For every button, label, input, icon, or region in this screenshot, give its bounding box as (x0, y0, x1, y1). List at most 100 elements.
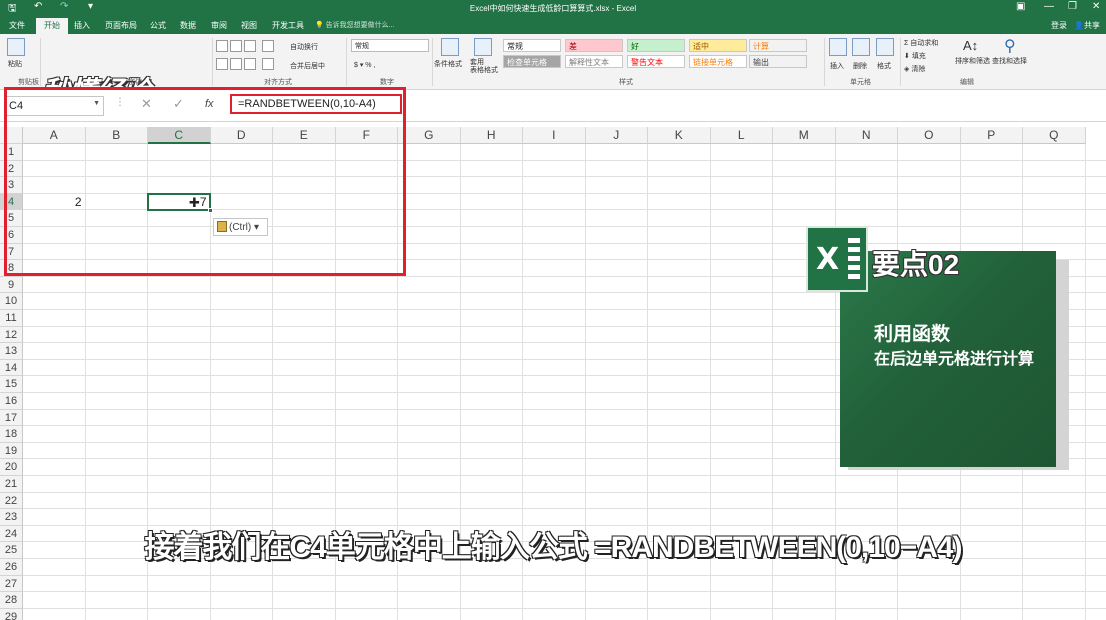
column-header-h[interactable]: H (460, 127, 523, 144)
column-header-j[interactable]: J (585, 127, 648, 144)
tip-title: 要点02 (872, 249, 960, 280)
row-header-22[interactable]: 22 (0, 492, 23, 510)
tab-review[interactable]: 审阅 (211, 20, 227, 31)
gridline-horizontal (23, 574, 1106, 576)
close-icon[interactable]: ✕ (1092, 1, 1100, 12)
delete-cells-label[interactable]: 删除 (853, 61, 867, 71)
tab-formulas[interactable]: 公式 (150, 20, 166, 31)
tab-insert[interactable]: 插入 (74, 20, 90, 31)
clipboard-group-label: 剪贴板 (18, 79, 39, 86)
row-header-17[interactable]: 17 (0, 409, 23, 427)
clear-button[interactable]: ◈ 清除 (904, 64, 925, 74)
column-header-l[interactable]: L (710, 127, 773, 144)
row-header-15[interactable]: 15 (0, 376, 23, 393)
row-header-11[interactable]: 11 (0, 310, 23, 327)
cell-style-1[interactable]: 差 (565, 39, 623, 52)
row-header-13[interactable]: 13 (0, 343, 23, 360)
cell-style-9[interactable]: 输出 (749, 55, 807, 68)
cell-style-5[interactable]: 检查单元格 (503, 55, 561, 68)
ribbon-display-icon[interactable]: ▣ (1016, 1, 1025, 12)
tab-data[interactable]: 数据 (180, 20, 196, 31)
group-divider (824, 38, 825, 86)
minimize-icon[interactable]: — (1044, 1, 1054, 12)
column-header-p[interactable]: P (960, 127, 1023, 144)
row-header-16[interactable]: 16 (0, 393, 23, 410)
sign-in-link[interactable]: 登录 (1051, 20, 1067, 31)
tell-me-box[interactable]: 💡 告诉我您想要做什么... (315, 20, 395, 30)
orientation-icon[interactable] (262, 40, 274, 52)
align-left-icon[interactable] (216, 58, 228, 70)
group-divider (900, 38, 901, 86)
autosum-button[interactable]: Σ 自动求和 (904, 38, 938, 48)
row-header-10[interactable]: 10 (0, 293, 23, 310)
gridline-horizontal (23, 475, 1106, 476)
gridline-horizontal (23, 491, 1106, 493)
row-header-20[interactable]: 20 (0, 459, 23, 476)
tab-page-layout[interactable]: 页面布局 (105, 20, 137, 31)
row-header-27[interactable]: 27 (0, 575, 23, 593)
row-header-12[interactable]: 12 (0, 326, 23, 344)
cell-style-2[interactable]: 好 (627, 39, 685, 52)
person-icon: 👤 (1074, 21, 1084, 30)
insert-cells-label[interactable]: 插入 (830, 61, 844, 71)
sort-filter-icon[interactable]: A↕ (963, 38, 978, 53)
ribbon-home: 粘贴 剪贴板 秒懂经验 字体 自动换行 合并后居中 对齐方式 常规 $ ▾ % … (0, 34, 1106, 108)
align-middle-icon[interactable] (230, 40, 242, 52)
tab-view[interactable]: 视图 (241, 20, 257, 31)
cell-style-0[interactable]: 常规 (503, 39, 561, 52)
align-center-icon[interactable] (230, 58, 242, 70)
gridline-horizontal (23, 508, 1106, 510)
insert-cells-icon[interactable] (829, 38, 847, 56)
tab-file[interactable]: 文件 (9, 20, 25, 31)
row-header-19[interactable]: 19 (0, 442, 23, 460)
column-header-i[interactable]: I (523, 127, 586, 144)
merge-center-button[interactable]: 合并后居中 (290, 61, 325, 71)
fill-button[interactable]: ⬇ 填充 (904, 51, 926, 61)
number-format-select[interactable]: 常规 (351, 39, 429, 52)
indent-icon[interactable] (262, 58, 274, 70)
row-header-21[interactable]: 21 (0, 476, 23, 493)
wrap-text-button[interactable]: 自动换行 (290, 42, 318, 52)
format-cells-label[interactable]: 格式 (877, 61, 891, 71)
cell-style-6[interactable]: 解释性文本 (565, 55, 623, 68)
row-header-28[interactable]: 28 (0, 592, 23, 609)
column-header-g[interactable]: G (398, 127, 461, 144)
align-bottom-icon[interactable] (244, 40, 256, 52)
conditional-format-icon[interactable] (441, 38, 459, 56)
tip-line-2: 在后边单元格进行计算 (874, 351, 1035, 368)
tab-home[interactable]: 开始 (36, 18, 68, 34)
share-button[interactable]: 👤共享 (1074, 20, 1100, 31)
find-select-label[interactable]: 查找和选择 (992, 56, 1027, 66)
fill-label: 填充 (911, 53, 926, 60)
row-header-29[interactable]: 29 (0, 608, 23, 620)
column-header-k[interactable]: K (648, 127, 711, 144)
format-cells-icon[interactable] (876, 38, 894, 56)
find-select-icon[interactable]: ⚲ (1004, 36, 1016, 56)
cell-style-7[interactable]: 警告文本 (627, 55, 685, 68)
row-header-18[interactable]: 18 (0, 426, 23, 443)
conditional-format-label[interactable]: 条件格式 (434, 59, 462, 69)
window-title: Excel中如何快速生成低龄口算算式.xlsx - Excel (469, 4, 637, 13)
format-as-table-label[interactable]: 套用 表格格式 (470, 59, 500, 75)
restore-icon[interactable]: ❐ (1068, 1, 1077, 12)
column-header-n[interactable]: N (835, 127, 898, 144)
column-header-m[interactable]: M (773, 127, 836, 144)
row-header-14[interactable]: 14 (0, 359, 23, 377)
cell-style-3[interactable]: 适中 (689, 39, 747, 52)
autosum-label: 自动求和 (910, 40, 939, 47)
sort-filter-label[interactable]: 排序和筛选 (955, 56, 990, 66)
align-top-icon[interactable] (216, 40, 228, 52)
column-header-o[interactable]: O (898, 127, 961, 144)
format-as-table-icon[interactable] (474, 38, 492, 56)
tab-developer[interactable]: 开发工具 (272, 20, 304, 31)
cell-style-8[interactable]: 链接单元格 (689, 55, 747, 68)
cell-style-4[interactable]: 计算 (749, 39, 807, 52)
paste-label: 粘贴 (8, 61, 22, 68)
currency-percent-buttons[interactable]: $ ▾ % , (354, 61, 375, 69)
align-right-icon[interactable] (244, 58, 256, 70)
column-header-q[interactable]: Q (1023, 127, 1086, 144)
row-header-9[interactable]: 9 (0, 276, 23, 294)
cells-group-label: 单元格 (850, 79, 871, 86)
delete-cells-icon[interactable] (852, 38, 870, 56)
paste-icon[interactable] (7, 38, 25, 56)
